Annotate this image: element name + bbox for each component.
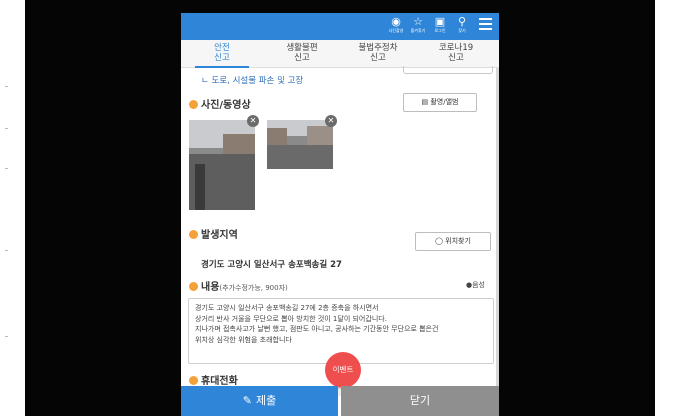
photo-thumbnail-1[interactable] bbox=[189, 120, 255, 210]
bottom-action-bar: ✎ 제출 닫기 bbox=[181, 386, 499, 416]
close-icon: ✕ bbox=[327, 116, 335, 125]
media-section-title: 사진/동영상 bbox=[189, 96, 251, 111]
phone-section-title: 휴대전화 bbox=[189, 372, 238, 387]
left-margin bbox=[0, 0, 25, 416]
image-icon: ▤ bbox=[421, 98, 429, 106]
star-icon: ☆ bbox=[413, 15, 423, 28]
tab-illegal-parking[interactable]: 불법주정차 신고 bbox=[339, 43, 417, 63]
tab-covid19[interactable]: 코로나19 신고 bbox=[417, 43, 495, 63]
location-section-title: 발생지역 bbox=[189, 226, 238, 241]
find-location-button[interactable]: ◯ 위치찾기 bbox=[415, 232, 491, 251]
location-pin-icon: ◯ bbox=[435, 237, 443, 245]
section-dot-icon bbox=[189, 282, 198, 291]
category-select[interactable] bbox=[403, 66, 493, 74]
search-button[interactable]: ⚲ 찾기 bbox=[451, 15, 473, 39]
tab-daily-inconvenience[interactable]: 생활불편 신고 bbox=[263, 43, 341, 63]
camera-icon: ◉ bbox=[391, 15, 401, 28]
report-form: ㄴ 도로, 시설물 파손 및 고장 사진/동영상 ▤ 촬영/앨범 ✕ ✕ 발생지… bbox=[181, 66, 499, 396]
submit-button[interactable]: ✎ 제출 bbox=[181, 386, 338, 416]
capture-album-button[interactable]: ▤ 촬영/앨범 bbox=[403, 93, 477, 112]
tab-safety[interactable]: 안전 신고 bbox=[183, 43, 261, 63]
close-button[interactable]: 닫기 bbox=[341, 386, 499, 416]
remove-photo-1-button[interactable]: ✕ bbox=[247, 115, 259, 127]
right-margin bbox=[655, 0, 680, 416]
favorites-button[interactable]: ☆ 즐겨찾기 bbox=[407, 15, 429, 39]
login-button[interactable]: ▣ 로그인 bbox=[429, 15, 451, 39]
top-bar: ◉ 사진촬영 ☆ 즐겨찾기 ▣ 로그인 ⚲ 찾기 bbox=[181, 13, 499, 40]
search-icon: ⚲ bbox=[457, 15, 467, 28]
lock-icon: ▣ bbox=[434, 15, 446, 28]
voice-input-button[interactable]: ●음성 bbox=[466, 280, 485, 290]
content-section-title: 내용(추가수정가능, 900자) bbox=[189, 278, 288, 293]
camera-button[interactable]: ◉ 사진촬영 bbox=[385, 15, 407, 39]
section-dot-icon bbox=[189, 376, 198, 385]
location-address: 경기도 고양시 일산서구 송포백송길 27 bbox=[201, 260, 342, 270]
section-dot-icon bbox=[189, 230, 198, 239]
section-dot-icon bbox=[189, 100, 198, 109]
category-line: ㄴ 도로, 시설물 파손 및 고장 bbox=[201, 76, 304, 86]
submit-icon: ✎ bbox=[242, 394, 252, 407]
remove-photo-2-button[interactable]: ✕ bbox=[325, 115, 337, 127]
close-icon: ✕ bbox=[249, 116, 257, 125]
phone-screen: ◉ 사진촬영 ☆ 즐겨찾기 ▣ 로그인 ⚲ 찾기 안전 신고 생활불편 신고 불법주… bbox=[181, 13, 499, 416]
hamburger-menu-icon[interactable] bbox=[479, 18, 494, 34]
photo-thumbnail-2[interactable] bbox=[267, 120, 333, 169]
event-badge[interactable]: 이벤트 bbox=[325, 352, 361, 388]
report-tabs: 안전 신고 생활불편 신고 불법주정차 신고 코로나19 신고 bbox=[181, 40, 499, 68]
